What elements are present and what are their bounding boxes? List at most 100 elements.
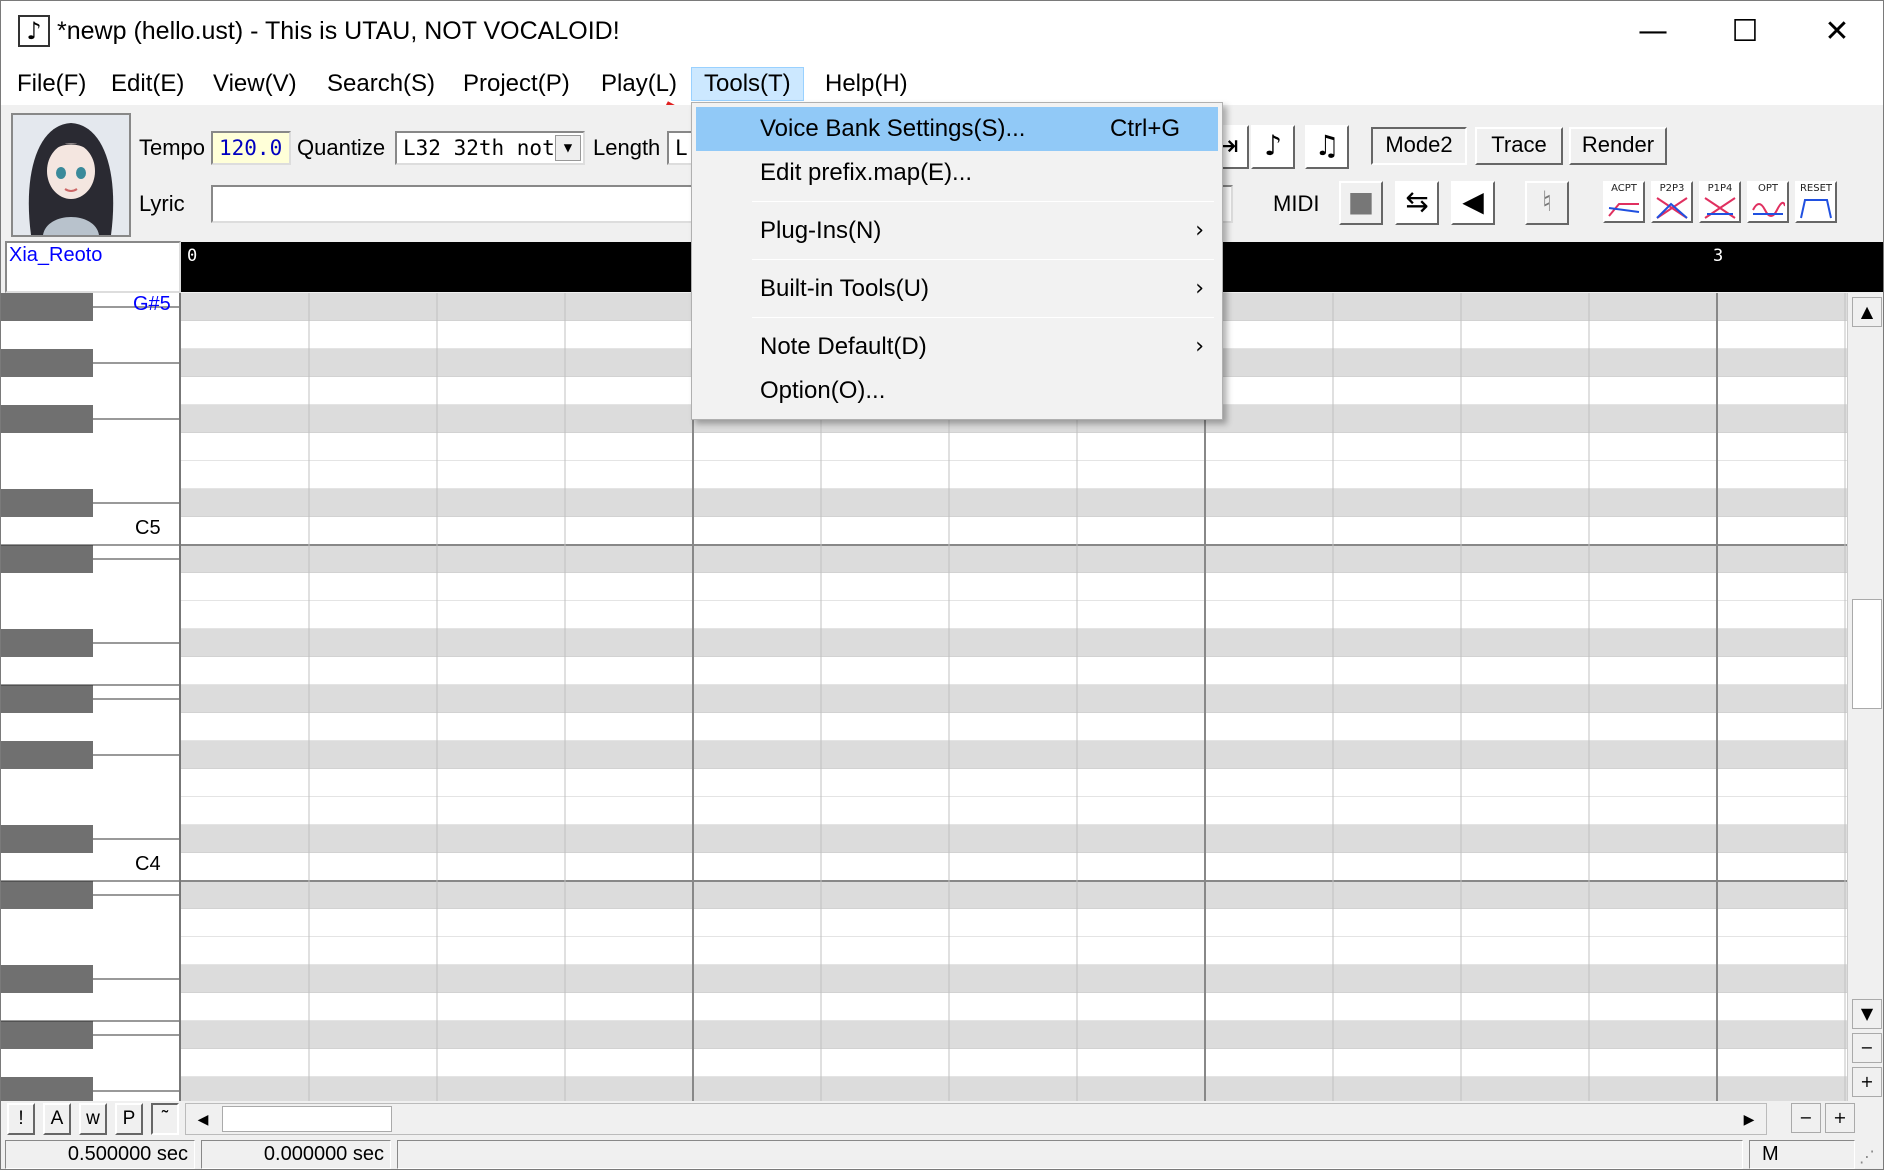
scroll-up-icon[interactable]: ▲ (1852, 297, 1882, 327)
speaker-icon[interactable]: ◀ (1451, 181, 1495, 225)
status-time-1: 0.500000 sec (5, 1140, 195, 1169)
grid-row (181, 1049, 1847, 1077)
menu-item-plug-ins[interactable]: Plug-Ins(N) › (696, 209, 1218, 253)
grid-row (181, 1021, 1847, 1049)
scroll-right-icon[interactable]: ▶ (1736, 1106, 1762, 1132)
submenu-arrow-icon: › (1195, 334, 1204, 359)
singer-avatar[interactable] (11, 113, 131, 237)
black-key (1, 405, 93, 433)
menu-play[interactable]: Play(L) (589, 67, 689, 101)
grid-row (181, 489, 1847, 517)
note-left-icon[interactable]: ♪ (1251, 125, 1295, 169)
quantize-label: Quantize (297, 135, 386, 160)
mode-button-w[interactable]: w (79, 1103, 107, 1135)
plugin-p1p4-icon[interactable]: P1P4 (1699, 181, 1741, 223)
submenu-arrow-icon: › (1195, 218, 1204, 243)
menu-item-option[interactable]: Option(O)... (696, 369, 1218, 413)
note-default-label: Note Default(D) (760, 333, 927, 360)
stop-icon[interactable]: ■ (1339, 181, 1383, 225)
submenu-arrow-icon: › (1195, 276, 1204, 301)
singer-name[interactable]: Xia_Reoto (5, 241, 181, 293)
scroll-down-icon[interactable]: ▼ (1852, 999, 1882, 1029)
voice-bank-settings-shortcut: Ctrl+G (1110, 115, 1181, 142)
grid-row (181, 937, 1847, 965)
option-label: Option(O)... (760, 377, 886, 404)
plugin-acpt-icon[interactable]: ACPT (1603, 181, 1645, 223)
grid-row (181, 797, 1847, 825)
resize-grip-icon[interactable]: ⋰ (1859, 1147, 1875, 1167)
plugin-reset-icon[interactable]: RESET (1795, 181, 1837, 223)
quantize-value: L32 32th note (403, 136, 568, 160)
zoom-out-horizontal-icon[interactable]: − (1791, 1103, 1821, 1133)
window-title: *newp (hello.ust) - This is UTAU, NOT VO… (57, 17, 620, 45)
built-in-tools-label: Built-in Tools(U) (760, 275, 929, 302)
tools-dropdown-menu: Voice Bank Settings(S)... Ctrl+G Edit pr… (691, 102, 1223, 420)
menu-item-note-default[interactable]: Note Default(D) › (696, 325, 1218, 369)
plugin-p2p3-label: P2P3 (1659, 183, 1685, 194)
mode-button-exclaim[interactable]: ! (7, 1103, 35, 1135)
black-key (1, 489, 93, 517)
loop-icon[interactable]: ⇆ (1395, 181, 1439, 225)
grid-row (181, 993, 1847, 1021)
render-button[interactable]: Render (1569, 127, 1667, 165)
tempo-label: Tempo (139, 135, 206, 160)
menu-view[interactable]: View(V) (201, 67, 309, 101)
menu-item-edit-prefix-map[interactable]: Edit prefix.map(E)... (696, 151, 1218, 195)
mode2-button[interactable]: Mode2 (1371, 127, 1467, 165)
plugin-p2p3-icon[interactable]: P2P3 (1651, 181, 1693, 223)
dropdown-arrow-icon[interactable]: ▼ (555, 135, 581, 161)
length-label: Length (593, 135, 661, 160)
piano-keys[interactable] (1, 293, 181, 1101)
lyric-label: Lyric (139, 191, 185, 216)
menu-separator (752, 259, 1214, 260)
menu-bar: File(F) Edit(E) View(V) Search(S) Projec… (1, 61, 1883, 105)
scroll-left-icon[interactable]: ◀ (190, 1106, 216, 1132)
plug-ins-label: Plug-Ins(N) (760, 217, 882, 244)
status-message (397, 1140, 1743, 1169)
menu-search[interactable]: Search(S) (315, 67, 447, 101)
horizontal-scroll-thumb[interactable] (222, 1106, 392, 1132)
menu-item-built-in-tools[interactable]: Built-in Tools(U) › (696, 267, 1218, 311)
horizontal-scrollbar[interactable]: ◀ ▶ (185, 1103, 1767, 1135)
tempo-input[interactable]: 120.0 (211, 131, 291, 165)
menu-separator (752, 317, 1214, 318)
minimize-button[interactable]: — (1607, 1, 1699, 61)
plugin-opt-icon[interactable]: OPT (1747, 181, 1789, 223)
menu-file[interactable]: File(F) (5, 67, 98, 101)
menu-item-voice-bank-settings[interactable]: Voice Bank Settings(S)... Ctrl+G (696, 107, 1218, 151)
black-key (1, 293, 93, 321)
menu-tools[interactable]: Tools(T) (691, 67, 804, 101)
mode-button-tilde[interactable]: ˜ (151, 1103, 179, 1135)
note-right-icon[interactable]: ♫ (1305, 125, 1349, 169)
grid-row (181, 713, 1847, 741)
vertical-scroll-thumb[interactable] (1852, 599, 1882, 709)
metronome-icon[interactable]: ♮ (1525, 181, 1569, 225)
grid-row (181, 1077, 1847, 1101)
black-key (1, 881, 93, 909)
note-label-top: G#5 (133, 293, 171, 315)
close-button[interactable]: ✕ (1791, 1, 1883, 61)
grid-row (181, 685, 1847, 713)
grid-row (181, 601, 1847, 629)
grid-row (181, 741, 1847, 769)
quantize-select[interactable]: L32 32th note ▼ (395, 131, 585, 165)
menu-project[interactable]: Project(P) (451, 67, 582, 101)
utau-window: ♪ *newp (hello.ust) - This is UTAU, NOT … (0, 0, 1884, 1170)
black-key (1, 1077, 93, 1101)
menu-help[interactable]: Help(H) (813, 67, 920, 101)
mode-button-p[interactable]: P (115, 1103, 143, 1135)
grid-row (181, 853, 1847, 881)
zoom-in-horizontal-icon[interactable]: + (1825, 1103, 1855, 1133)
menu-edit[interactable]: Edit(E) (99, 67, 196, 101)
trace-button[interactable]: Trace (1475, 127, 1563, 165)
mode-button-a[interactable]: A (43, 1103, 71, 1135)
black-key (1, 965, 93, 993)
zoom-out-vertical-icon[interactable]: − (1852, 1033, 1882, 1063)
maximize-button[interactable]: ☐ (1699, 1, 1791, 61)
vertical-scrollbar[interactable]: ▲ ▼ − + (1847, 293, 1883, 1101)
ruler-measure-3: 3 (1713, 246, 1724, 266)
midi-label: MIDI (1273, 191, 1320, 216)
zoom-in-vertical-icon[interactable]: + (1852, 1067, 1882, 1097)
black-key (1, 349, 93, 377)
piano-keyboard[interactable]: G#5 C5 C4 (1, 293, 181, 1101)
